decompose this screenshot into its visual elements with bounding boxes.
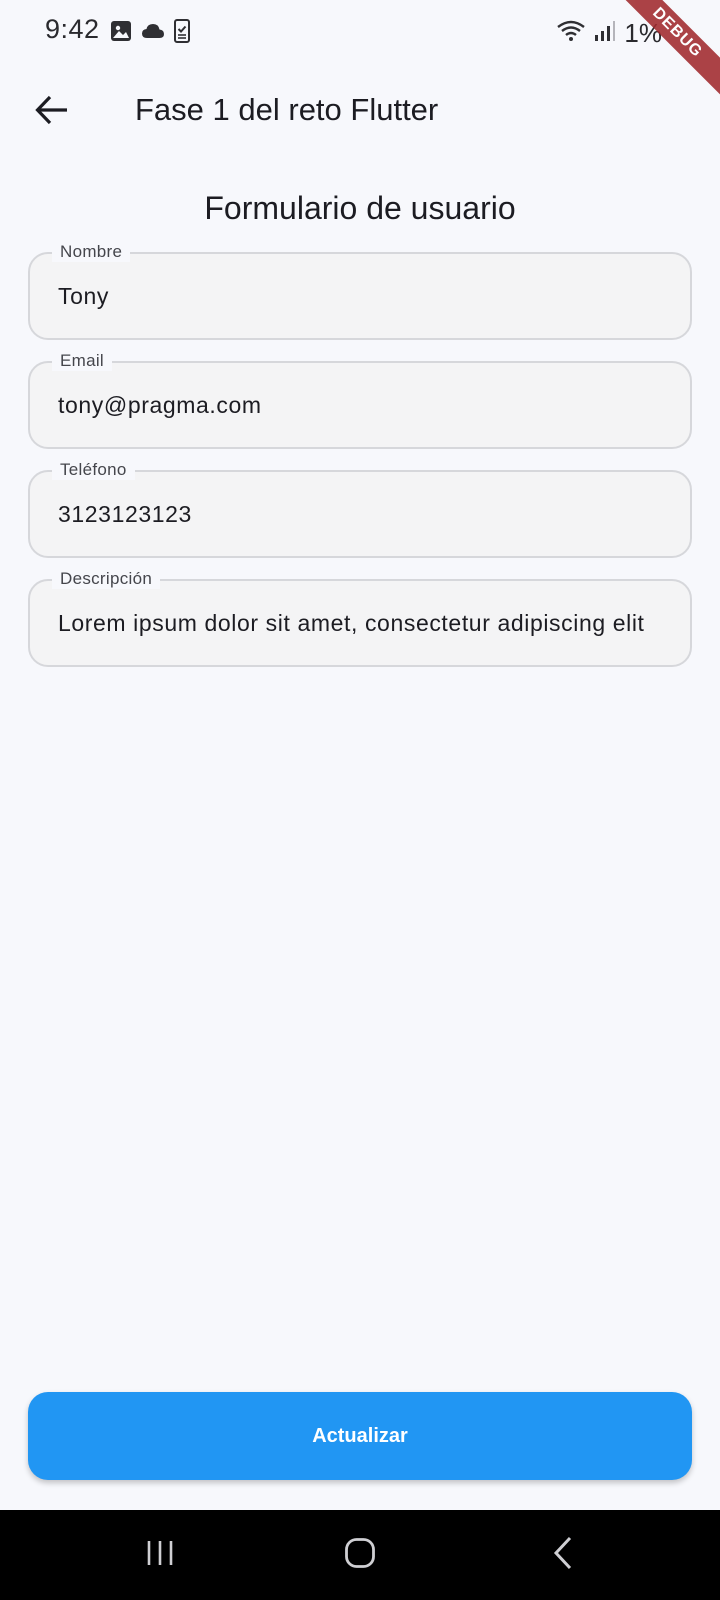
email-input[interactable]: tony@pragma.com [58, 389, 662, 421]
back-button[interactable] [22, 82, 82, 142]
image-icon [110, 20, 132, 47]
back-nav-button[interactable] [533, 1535, 593, 1575]
update-button[interactable]: Actualizar [28, 1392, 692, 1480]
status-time: 9:42 [45, 14, 100, 44]
form-title: Formulario de usuario [204, 190, 516, 226]
recent-apps-icon [145, 1538, 175, 1573]
description-field[interactable]: Descripción Lorem ipsum dolor sit amet, … [28, 569, 692, 667]
email-field[interactable]: Email tony@pragma.com [28, 351, 692, 449]
battery-level: 1% [624, 18, 662, 48]
home-button[interactable] [330, 1535, 390, 1575]
wifi-icon [556, 19, 586, 48]
email-field-label: Email [52, 351, 113, 371]
back-nav-icon [552, 1536, 574, 1575]
app-bar: Fase 1 del reto Flutter [0, 64, 720, 160]
phone-field[interactable]: Teléfono 3123123123 [28, 460, 692, 558]
system-nav-bar [0, 1510, 720, 1600]
name-input[interactable]: Tony [58, 280, 662, 312]
description-field-label: Descripción [52, 569, 161, 589]
status-left-icons [110, 19, 190, 48]
home-icon [344, 1537, 376, 1574]
signal-icon [594, 20, 616, 47]
phone-field-label: Teléfono [52, 460, 135, 480]
cloud-icon [141, 22, 165, 45]
description-input[interactable]: Lorem ipsum dolor sit amet, consectetur … [58, 607, 662, 639]
name-field[interactable]: Nombre Tony [28, 242, 692, 340]
arrow-left-icon [35, 95, 69, 130]
status-right-icons: 1% [556, 18, 662, 49]
recent-apps-button[interactable] [130, 1535, 190, 1575]
app-title: Fase 1 del reto Flutter [135, 92, 439, 127]
name-field-label: Nombre [52, 242, 131, 262]
update-button-label: Actualizar [312, 1424, 408, 1447]
phone-check-icon [174, 19, 190, 48]
phone-input[interactable]: 3123123123 [58, 498, 662, 530]
status-bar: 9:42 1% [0, 0, 720, 64]
